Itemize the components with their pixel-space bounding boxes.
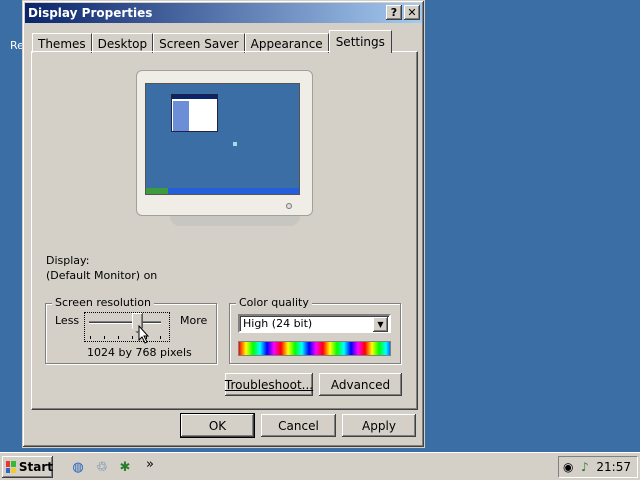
settings-icon[interactable]: ✱ [117,459,133,475]
display-label: Display: [46,254,90,267]
help-icon: ? [390,6,398,19]
tab-strip: Themes Desktop Screen Saver Appearance S… [32,30,392,53]
slider-tick [104,336,105,339]
dropdown-arrow-icon[interactable]: ▼ [373,317,388,332]
help-button[interactable]: ? [386,5,402,20]
network-icon[interactable]: ◉ [563,460,573,474]
mini-start-preview [146,188,168,194]
window-title: Display Properties [28,6,153,20]
tab-themes[interactable]: Themes [32,33,92,53]
tab-desktop[interactable]: Desktop [91,33,154,53]
monitor-stand [170,216,300,226]
mouse-cursor-icon [138,325,150,344]
slider-tick [132,336,133,339]
color-quality-select[interactable]: High (24 bit) ▼ [238,314,391,333]
start-button[interactable]: Start [2,456,53,478]
resolution-slider-focus [84,312,170,342]
resolution-more-label: More [180,314,208,327]
title-bar[interactable]: Display Properties ? ✕ [25,3,422,23]
cancel-label: Cancel [278,418,319,433]
resolution-less-label: Less [55,314,80,327]
screen-resolution-legend: Screen resolution [52,296,154,309]
advanced-label: Advanced [330,377,391,392]
cancel-button[interactable]: Cancel [261,414,336,437]
start-label: Start [18,460,53,474]
clock[interactable]: 21:57 [596,460,631,474]
color-spectrum-bar [238,341,391,356]
resolution-slider-track[interactable] [89,321,161,324]
troubleshoot-label: Troubleshoot... [224,377,314,392]
advanced-button[interactable]: Advanced [319,373,402,396]
power-led [286,203,292,209]
windows-flag-icon [6,461,16,473]
color-quality-value: High (24 bit) [243,317,313,330]
quicklaunch-chevron[interactable]: » [142,456,158,472]
apply-button[interactable]: Apply [342,414,416,437]
system-tray: ◉ ♪ 21:57 [558,456,638,478]
volume-icon[interactable]: ♪ [581,460,589,474]
monitor-screen-preview [145,83,300,195]
resolution-value: 1024 by 768 pixels [87,346,192,359]
recycle-icon[interactable]: ♲ [94,459,110,475]
apply-label: Apply [362,418,396,433]
ie-icon[interactable]: ◍ [70,459,86,475]
slider-tick [160,336,161,339]
ok-label: OK [208,418,227,433]
display-value: (Default Monitor) on [46,269,158,282]
tab-screen-saver[interactable]: Screen Saver [153,33,245,53]
close-icon: ✕ [407,6,417,19]
ok-button[interactable]: OK [180,413,255,438]
mini-window-preview [171,94,218,132]
tab-appearance[interactable]: Appearance [244,33,329,53]
slider-tick [90,336,91,339]
mini-cursor-preview [233,142,237,146]
taskbar: Start ◍ ♲ ✱ » ◉ ♪ 21:57 [0,452,640,480]
color-quality-legend: Color quality [236,296,312,309]
close-button[interactable]: ✕ [404,5,420,20]
tab-settings[interactable]: Settings [328,30,392,53]
monitor-icon [136,70,313,216]
mini-taskbar-preview [146,188,299,194]
troubleshoot-button[interactable]: Troubleshoot... [225,373,313,396]
slider-tick [118,336,119,339]
